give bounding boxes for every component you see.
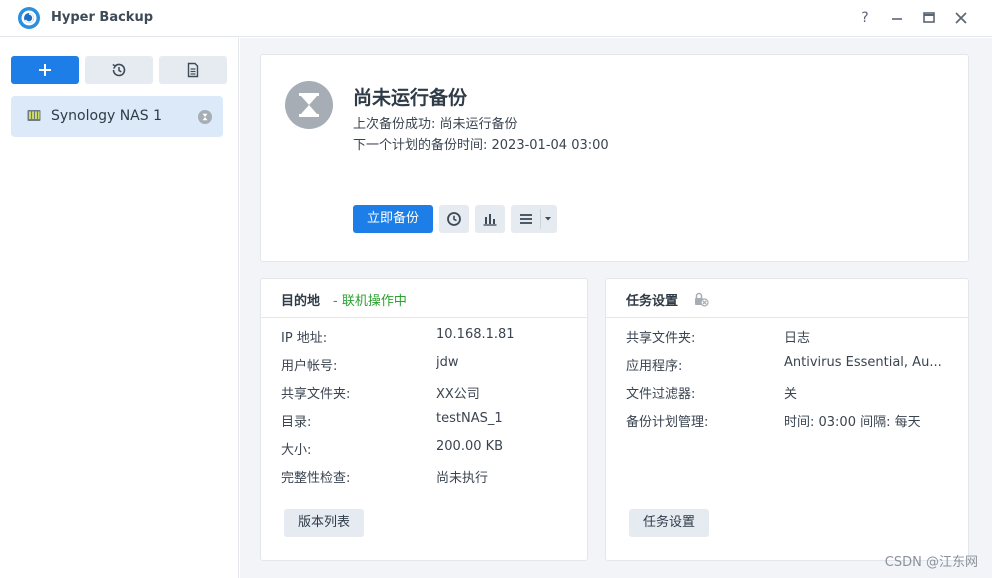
row-key: 应用程序: — [626, 359, 683, 374]
history-icon — [112, 63, 126, 77]
task-settings-button[interactable]: 任务设置 — [629, 509, 709, 537]
action-menu-button[interactable] — [511, 205, 557, 233]
sidebar-item-label: Synology NAS 1 — [51, 108, 162, 124]
encryption-lock-icon — [695, 292, 709, 307]
row-key: 用户帐号: — [281, 359, 338, 374]
row-key: 完整性检查: — [281, 471, 351, 486]
row-key: 文件过滤器: — [626, 387, 696, 402]
restore-history-button[interactable] — [85, 56, 153, 84]
close-icon[interactable] — [951, 8, 971, 28]
row-key: 备份计划管理: — [626, 415, 709, 430]
destination-card: 目的地 - 联机操作中 IP 地址: 10.168.1.81 用户帐号: jdw… — [260, 278, 588, 561]
row-value: jdw — [436, 355, 459, 370]
row-value: testNAS_1 — [436, 411, 503, 426]
row-value: 尚未执行 — [436, 471, 489, 486]
add-task-button[interactable] — [11, 56, 79, 84]
hourglass-icon — [299, 93, 319, 117]
backup-status-card: 尚未运行备份 上次备份成功: 尚未运行备份 下一个计划的备份时间: 2023-0… — [260, 54, 969, 262]
row-value: 关 — [784, 387, 798, 402]
log-button[interactable] — [159, 56, 227, 84]
sidebar: Synology NAS 1 — [0, 38, 239, 578]
row-key: 大小: — [281, 443, 312, 458]
destination-status: - 联机操作中 — [333, 294, 407, 309]
row-value: 200.00 KB — [436, 439, 504, 454]
destination-card-header: 目的地 - 联机操作中 — [261, 279, 587, 318]
statistics-button[interactable] — [475, 205, 505, 233]
row-value: 10.168.1.81 — [436, 327, 515, 342]
task-row-file-filter: 文件过滤器: 关 — [626, 383, 956, 403]
version-browser-button[interactable] — [439, 205, 469, 233]
row-key: 共享文件夹: — [626, 331, 696, 346]
menu-separator — [540, 209, 541, 229]
clock-icon — [447, 212, 461, 226]
next-backup-text: 下一个计划的备份时间: 2023-01-04 03:00 — [353, 138, 609, 153]
watermark: CSDN @江东网 — [884, 555, 978, 570]
status-circle — [285, 81, 333, 129]
app-title: Hyper Backup — [51, 10, 154, 25]
title-bar: Hyper Backup ? — [0, 0, 992, 37]
destination-row-shared-folder: 共享文件夹: XX公司 — [281, 383, 571, 403]
chart-icon — [483, 214, 497, 226]
task-settings-card-header: 任务设置 — [606, 279, 968, 318]
add-icon — [39, 64, 51, 76]
sidebar-item-synology-nas-1[interactable]: Synology NAS 1 — [11, 96, 223, 137]
destination-row-ip: IP 地址: 10.168.1.81 — [281, 327, 571, 347]
destination-title: 目的地 — [281, 294, 321, 309]
row-key: 目录: — [281, 415, 312, 430]
caret-down-icon — [545, 217, 551, 221]
task-row-schedule: 备份计划管理: 时间: 03:00 间隔: 每天 — [626, 411, 956, 431]
row-value: Antivirus Essential, Au... — [784, 355, 942, 370]
task-settings-card: 任务设置 共享文件夹: 日志 应用程序: Antivirus Essential… — [605, 278, 969, 561]
log-icon — [187, 62, 199, 78]
row-key: IP 地址: — [281, 331, 328, 346]
status-title: 尚未运行备份 — [353, 87, 468, 109]
version-list-button[interactable]: 版本列表 — [284, 509, 364, 537]
backup-now-button[interactable]: 立即备份 — [353, 205, 433, 233]
destination-row-user: 用户帐号: jdw — [281, 355, 571, 375]
destination-row-size: 大小: 200.00 KB — [281, 439, 571, 459]
help-icon[interactable]: ? — [855, 8, 875, 28]
maximize-icon[interactable] — [919, 8, 939, 28]
minimize-icon[interactable] — [887, 8, 907, 28]
row-value: 时间: 03:00 间隔: 每天 — [784, 415, 921, 430]
main-panel: 尚未运行备份 上次备份成功: 尚未运行备份 下一个计划的备份时间: 2023-0… — [240, 38, 992, 578]
row-value: XX公司 — [436, 387, 480, 402]
pending-icon — [198, 110, 212, 124]
nas-icon — [27, 110, 41, 121]
task-row-applications: 应用程序: Antivirus Essential, Au... — [626, 355, 956, 375]
menu-icon — [520, 214, 532, 224]
last-success-text: 上次备份成功: 尚未运行备份 — [353, 117, 518, 132]
row-value: 日志 — [784, 331, 811, 346]
destination-row-integrity: 完整性检查: 尚未执行 — [281, 467, 571, 487]
hyper-backup-logo-icon — [18, 7, 40, 29]
row-key: 共享文件夹: — [281, 387, 351, 402]
task-row-shared-folder: 共享文件夹: 日志 — [626, 327, 956, 347]
destination-row-directory: 目录: testNAS_1 — [281, 411, 571, 431]
task-settings-title: 任务设置 — [626, 294, 679, 309]
